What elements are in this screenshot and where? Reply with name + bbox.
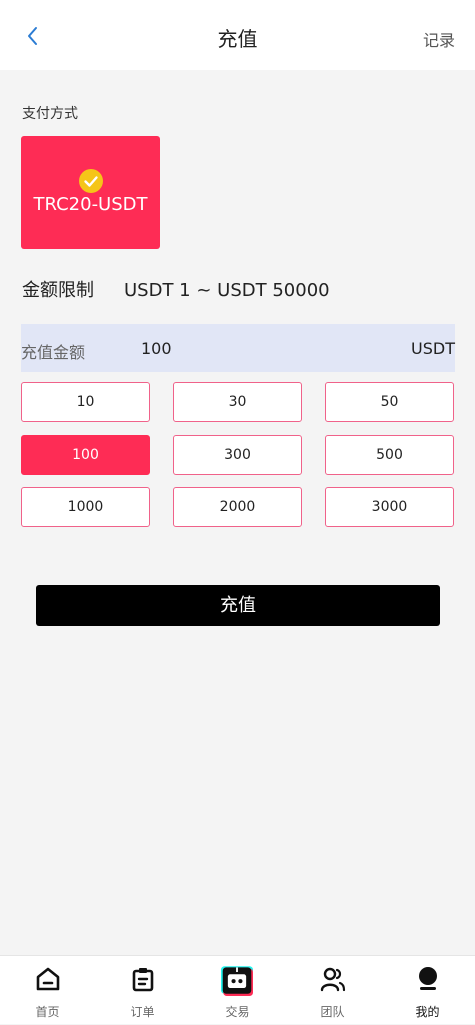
payment-method-card[interactable]: TRC20-USDT [21,136,160,249]
amount-option-1000[interactable]: 1000 [21,487,150,527]
page-title: 充值 [217,27,258,51]
check-circle-icon [79,169,103,193]
tab-home-label: 首页 [35,1005,60,1019]
team-icon [320,967,346,992]
amount-option-3000[interactable]: 3000 [325,487,454,527]
amount-limit-value: USDT 1 ~ USDT 50000 [124,280,330,301]
tab-team-label: 团队 [320,1005,345,1019]
amount-option-300[interactable]: 300 [173,435,302,475]
amount-limit-label: 金额限制 [22,280,94,301]
tab-team[interactable]: 团队 [285,956,380,1025]
tab-trade[interactable]: 交易 [190,956,285,1025]
recharge-button[interactable]: 充值 [36,585,440,626]
amount-option-50[interactable]: 50 [325,382,454,422]
tab-mine-label: 我的 [415,1005,440,1019]
amount-option-2000[interactable]: 2000 [173,487,302,527]
amount-option-500[interactable]: 500 [325,435,454,475]
amount-option-100[interactable]: 100 [21,435,150,475]
amount-input-row[interactable]: 充值金额 100 USDT [21,324,455,372]
payment-method-name: TRC20-USDT [33,194,148,215]
user-icon [419,967,437,990]
top-bar: 充值 记录 [0,0,475,70]
amount-unit: USDT [411,339,455,358]
tab-mine[interactable]: 我的 [380,956,475,1025]
amount-option-30[interactable]: 30 [173,382,302,422]
tab-orders-label: 订单 [130,1005,155,1019]
robot-icon [221,966,253,996]
amount-label: 充值金额 [21,343,86,362]
clipboard-icon [132,968,154,992]
payment-method-label: 支付方式 [22,106,78,122]
amount-value[interactable]: 100 [141,339,172,358]
tab-trade-label: 交易 [225,1005,250,1019]
tab-home[interactable]: 首页 [0,956,95,1025]
record-link[interactable]: 记录 [423,27,455,51]
bottom-tab-bar: 首页 订单 交易 团队 我的 [0,955,475,1024]
home-icon [36,967,60,991]
amount-limit: 金额限制 USDT 1 ~ USDT 50000 [22,276,330,302]
amount-option-10[interactable]: 10 [21,382,150,422]
tab-orders[interactable]: 订单 [95,956,190,1025]
